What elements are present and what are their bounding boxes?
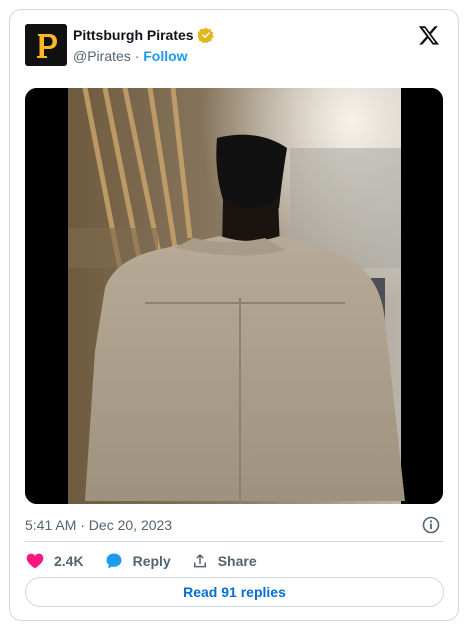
timestamp-row: 5:41 AM · Dec 20, 2023 — [25, 515, 444, 535]
speech-bubble-icon — [106, 553, 122, 569]
tweet-header: Pittsburgh Pirates @Pirates · Follow — [25, 24, 444, 68]
timestamp[interactable]: 5:41 AM · Dec 20, 2023 — [25, 517, 172, 533]
read-replies-button[interactable]: Read 91 replies — [25, 577, 444, 607]
separator: · — [134, 48, 140, 64]
share-label: Share — [217, 553, 257, 569]
tweet-card: Pittsburgh Pirates @Pirates · Follow 5:4… — [9, 9, 459, 621]
like-button[interactable]: 2.4K — [25, 551, 84, 571]
action-bar: 2.4K Reply Share — [25, 550, 277, 572]
read-replies-label: Read 91 replies — [183, 584, 286, 600]
divider — [25, 541, 444, 542]
verified-badge-icon — [197, 27, 214, 43]
info-icon[interactable] — [422, 516, 440, 534]
share-button[interactable]: Share — [191, 552, 257, 570]
name-row: Pittsburgh Pirates — [73, 27, 214, 43]
video-media[interactable] — [25, 88, 443, 504]
like-count: 2.4K — [54, 553, 84, 569]
x-logo-icon[interactable] — [418, 24, 440, 46]
heart-icon — [26, 553, 44, 569]
reply-button[interactable]: Reply — [104, 551, 171, 571]
follow-button[interactable]: Follow — [143, 48, 187, 64]
display-name[interactable]: Pittsburgh Pirates — [73, 27, 194, 43]
handle-row: @Pirates · Follow — [73, 48, 188, 64]
share-upload-icon — [193, 553, 206, 568]
video-frame-image — [25, 88, 443, 504]
pirates-p-logo-icon — [25, 24, 67, 66]
avatar[interactable] — [25, 24, 67, 66]
reply-label: Reply — [132, 553, 171, 569]
handle[interactable]: @Pirates — [73, 48, 131, 64]
